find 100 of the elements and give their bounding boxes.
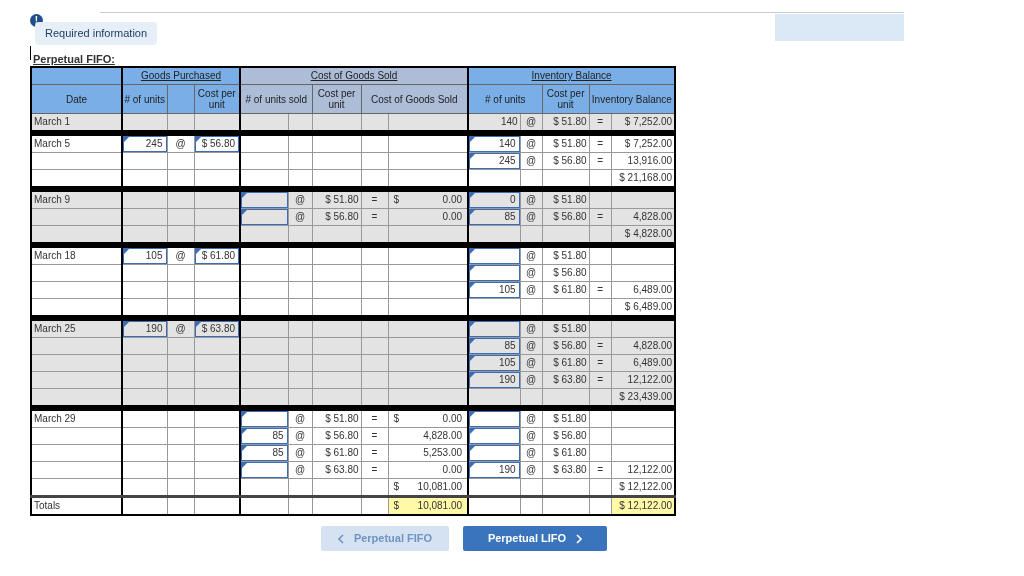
- column-header: Cost per unit: [546, 88, 585, 110]
- currency-sign: $: [393, 499, 400, 513]
- table-cell-text: @: [525, 115, 538, 129]
- table-cell-text: @: [525, 322, 538, 336]
- table-cell-text: $ 56.80: [552, 154, 588, 168]
- input-field[interactable]: [469, 411, 520, 427]
- table-cell-text: @: [525, 210, 538, 224]
- input-field[interactable]: 85: [241, 445, 288, 461]
- table-cell-text: $ 51.80: [552, 193, 588, 207]
- row-label: March 9: [33, 193, 72, 207]
- table-cell-text: $ 51.80: [552, 412, 588, 426]
- input-field[interactable]: 85: [469, 338, 520, 354]
- input-field[interactable]: [469, 321, 520, 337]
- table-cell-text: 6,489.00: [632, 283, 674, 297]
- table-cell-text: $ 56.80: [552, 210, 588, 224]
- table-cell-text: @: [293, 463, 307, 477]
- table-cell-text: 5,253.00: [423, 446, 463, 460]
- input-field[interactable]: 190: [469, 462, 520, 478]
- table-cell-text: @: [293, 429, 307, 443]
- input-field[interactable]: [241, 192, 288, 208]
- group-header: Inventory Balance: [531, 70, 612, 82]
- input-field[interactable]: [469, 445, 520, 461]
- input-field[interactable]: 105: [123, 248, 167, 264]
- input-field[interactable]: [241, 411, 288, 427]
- table-cell-text: =: [596, 463, 604, 477]
- corner-flag-icon: [470, 356, 476, 361]
- table-cell-text: $ 56.80: [324, 210, 360, 224]
- corner-flag-icon: [124, 137, 129, 142]
- input-field[interactable]: [469, 265, 520, 281]
- table-cell-text: @: [293, 446, 307, 460]
- row-label: March 18: [33, 249, 77, 263]
- table-cell-text: @: [525, 356, 538, 370]
- table-cell-text: @: [525, 373, 538, 387]
- table-cell-text: @: [525, 154, 538, 168]
- column-header: # of units: [124, 93, 166, 105]
- corner-flag-icon: [470, 339, 476, 344]
- chevron-left-icon: [337, 533, 344, 544]
- input-field[interactable]: 0: [469, 192, 520, 208]
- input-field[interactable]: [469, 428, 520, 444]
- corner-flag-icon: [195, 137, 201, 142]
- chevron-right-icon: [576, 533, 583, 544]
- input-field[interactable]: $ 61.80: [194, 248, 240, 264]
- column-header: Cost per unit: [317, 88, 356, 110]
- corner-flag-icon: [470, 373, 476, 378]
- table-cell-text: 10,081.00: [417, 480, 463, 494]
- corner-flag-icon: [124, 249, 129, 254]
- table-cell-text: 140: [499, 115, 519, 129]
- input-field[interactable]: [241, 209, 288, 225]
- input-field[interactable]: 190: [123, 321, 167, 337]
- table-cell-text: 0.00: [442, 463, 463, 477]
- corner-flag-icon: [470, 463, 476, 468]
- table-cell-text: $ 51.80: [552, 137, 588, 151]
- input-field[interactable]: 85: [469, 209, 520, 225]
- table-cell-text: =: [596, 115, 604, 129]
- input-field[interactable]: $ 56.80: [194, 136, 240, 152]
- row-label: March 29: [33, 412, 77, 426]
- input-field[interactable]: $ 63.80: [194, 321, 240, 337]
- table-cell-text: =: [370, 210, 379, 224]
- corner-flag-icon: [470, 193, 476, 198]
- table-cell-text: 12,122.00: [626, 373, 674, 387]
- column-header: # of units sold: [245, 93, 308, 105]
- corner-flag-icon: [470, 266, 476, 271]
- table-cell-text: =: [596, 373, 604, 387]
- table-cell-text: @: [174, 322, 187, 336]
- input-field[interactable]: 105: [469, 355, 520, 371]
- corner-flag-icon: [470, 210, 476, 215]
- corner-flag-icon: [242, 429, 248, 434]
- corner-flag-icon: [242, 446, 248, 451]
- table-cell-text: $ 51.80: [552, 322, 588, 336]
- input-field[interactable]: 140: [469, 136, 520, 152]
- table-cell-text: $ 56.80: [324, 429, 360, 443]
- group-header: Cost of Goods Sold: [310, 70, 398, 82]
- input-field[interactable]: 190: [469, 372, 520, 388]
- input-field[interactable]: 245: [123, 136, 167, 152]
- input-field[interactable]: 245: [469, 153, 520, 169]
- row-label: March 25: [33, 322, 77, 336]
- section-title: Perpetual FIFO:: [33, 52, 115, 65]
- table-cell-text: $ 7,252.00: [623, 115, 674, 129]
- table-cell-text: $ 61.80: [552, 446, 588, 460]
- table-cell-text: 10,081.00: [417, 499, 463, 513]
- table-cell-text: $ 4,828.00: [623, 227, 674, 241]
- currency-sign: $: [393, 412, 400, 426]
- input-field[interactable]: 105: [469, 282, 520, 298]
- row-label: Totals: [33, 499, 62, 513]
- table-cell-text: $ 56.80: [552, 339, 588, 353]
- table-cell-text: =: [596, 283, 604, 297]
- next-button[interactable]: Perpetual LIFO: [463, 526, 607, 551]
- table-cell-text: 0.00: [442, 412, 463, 426]
- corner-flag-icon: [195, 322, 201, 327]
- corner-flag-icon: [470, 429, 476, 434]
- table-cell-text: @: [525, 412, 538, 426]
- input-field[interactable]: [241, 462, 288, 478]
- input-field[interactable]: [469, 248, 520, 264]
- table-cell-text: $ 7,252.00: [623, 137, 674, 151]
- table-cell-text: $ 63.80: [324, 463, 360, 477]
- group-header: Goods Purchased: [141, 70, 222, 82]
- corner-flag-icon: [242, 193, 248, 198]
- table-cell-text: $ 56.80: [552, 429, 588, 443]
- input-field[interactable]: 85: [241, 428, 288, 444]
- table-cell-text: $ 63.80: [552, 373, 588, 387]
